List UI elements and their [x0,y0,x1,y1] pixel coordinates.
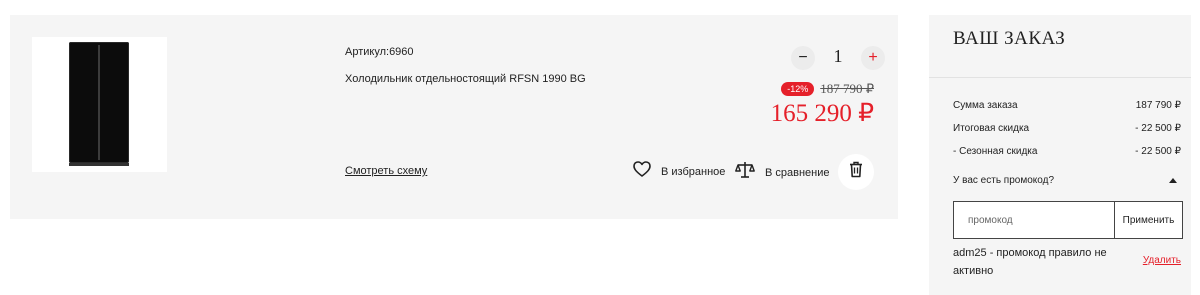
cart-item-card: Артикул:6960 Холодильник отдельностоящий… [10,15,898,219]
add-to-compare-button[interactable]: В сравнение [735,161,830,184]
heart-icon [633,161,651,182]
view-scheme-link[interactable]: Смотреть схему [345,165,427,177]
order-title: ВАШ ЗАКАЗ [953,28,1066,49]
caret-up-icon [1169,175,1177,186]
seasonal-discount-label: - Сезонная скидка [953,146,1038,157]
old-price: 187 790 ₽ [820,81,874,96]
scales-icon [735,161,755,184]
remove-item-button[interactable] [838,154,874,190]
current-price: 165 290 ₽ [770,100,874,127]
compare-label: В сравнение [765,166,830,179]
seasonal-discount-row: - Сезонная скидка - 22 500 ₽ [953,146,1181,157]
order-summary: ВАШ ЗАКАЗ Сумма заказа 187 790 ₽ Итогова… [929,15,1191,295]
product-image[interactable] [32,37,167,172]
total-discount-row: Итоговая скидка - 22 500 ₽ [953,123,1181,134]
promo-code-form: Применить [953,201,1183,239]
quantity-stepper: − 1 + [782,43,885,73]
promo-status-message: adm25 - промокод правило не активно [953,247,1107,277]
order-total-label: Сумма заказа [953,100,1018,111]
seasonal-discount-value: - 22 500 ₽ [1135,146,1181,157]
total-discount-label: Итоговая скидка [953,123,1030,134]
trash-icon [849,161,863,183]
promo-code-toggle[interactable]: У вас есть промокод? [953,175,1177,186]
increase-quantity-button[interactable]: + [861,46,885,70]
favorites-label: В избранное [661,165,726,178]
discount-badge: -12% [781,82,815,96]
minus-icon: − [798,49,808,66]
promo-question-label: У вас есть промокод? [953,175,1055,186]
decrease-quantity-button[interactable]: − [791,46,815,70]
add-to-favorites-button[interactable]: В избранное [633,161,725,182]
order-total-row: Сумма заказа 187 790 ₽ [953,100,1181,111]
promo-code-input[interactable] [954,202,1114,238]
fridge-picture [69,42,129,166]
product-article: Артикул:6960 [345,46,414,58]
quantity-value[interactable]: 1 [826,46,850,67]
remove-promo-link[interactable]: Удалить [1143,255,1181,266]
order-total-value: 187 790 ₽ [1135,100,1181,111]
apply-promo-button[interactable]: Применить [1114,202,1182,238]
price-row: -12% 187 790 ₽ [781,81,874,97]
plus-icon: + [868,49,878,66]
order-summary-header: ВАШ ЗАКАЗ [929,15,1191,78]
product-name[interactable]: Холодильник отдельностоящий RFSN 1990 BG [345,73,586,85]
total-discount-value: - 22 500 ₽ [1135,123,1181,134]
